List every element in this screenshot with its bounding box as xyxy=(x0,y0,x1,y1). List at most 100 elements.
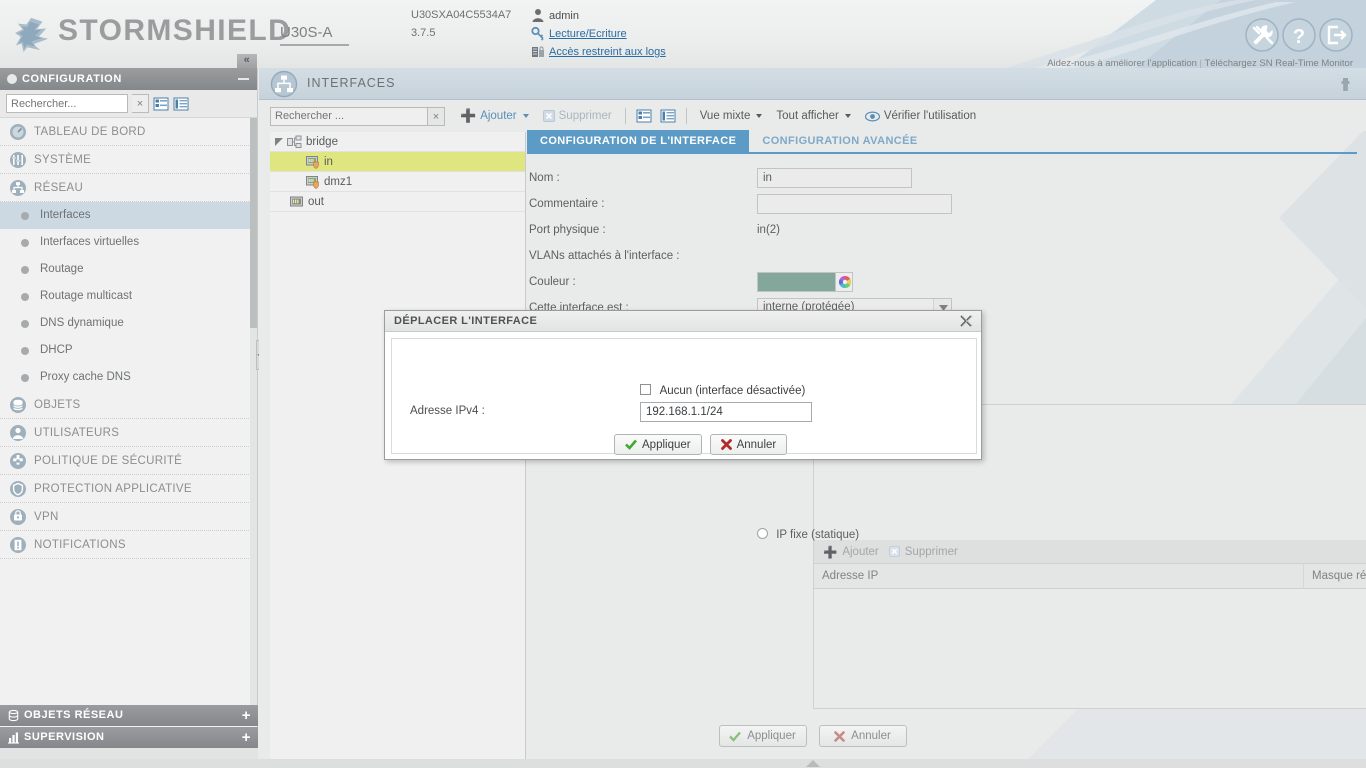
name-input[interactable] xyxy=(757,168,912,188)
color-swatch[interactable] xyxy=(757,272,835,292)
sidebar-search-input[interactable] xyxy=(6,94,128,113)
chevron-down-icon xyxy=(522,114,529,118)
comment-input[interactable] xyxy=(757,194,952,214)
expand-plus-icon[interactable]: + xyxy=(242,730,251,745)
expander-icon[interactable] xyxy=(275,138,283,146)
collapse-minus-icon[interactable] xyxy=(238,78,249,80)
search-clear-icon[interactable]: × xyxy=(428,106,445,126)
tree-view-icon[interactable] xyxy=(660,108,676,124)
bullet-icon xyxy=(21,374,29,382)
vlan-label: VLANs attachés à l'interface : xyxy=(529,250,680,262)
collapse-all-icon[interactable] xyxy=(173,96,189,112)
sidebar-item-label: DNS dynamique xyxy=(40,317,124,329)
sidebar-item-dhcp[interactable]: DHCP xyxy=(0,337,257,364)
logs-link[interactable]: Accès restreint aux logs xyxy=(549,46,666,58)
bullet-icon xyxy=(21,320,29,328)
sidebar-item-label: Interfaces xyxy=(40,209,91,221)
apply-button[interactable]: Appliquer xyxy=(718,725,807,747)
column-header-mask[interactable]: Masque réseau xyxy=(1304,564,1366,589)
sidebar-item-notifications[interactable]: NOTIFICATIONS xyxy=(0,531,257,559)
ipv4-input[interactable] xyxy=(640,402,812,422)
chevron-down-icon xyxy=(756,114,763,118)
sidebar-item-label: Routage xyxy=(40,263,84,275)
system-icon xyxy=(10,152,26,168)
cancel-button[interactable]: Annuler xyxy=(818,725,907,747)
sidebar-title: CONFIGURATION xyxy=(22,73,122,85)
dialog-title: DÉPLACER L'INTERFACE xyxy=(394,315,538,327)
pin-icon[interactable] xyxy=(1339,77,1352,92)
logout-icon[interactable] xyxy=(1319,18,1353,52)
ip-fixed-radio-row[interactable]: IP fixe (statique) xyxy=(757,528,859,541)
tree-row[interactable]: in xyxy=(270,152,525,172)
apply-label: Appliquer xyxy=(747,730,796,742)
sidebar-collapse-button[interactable]: « xyxy=(237,54,257,68)
dialog-apply-button[interactable]: Appliquer xyxy=(614,434,702,455)
vpn-icon xyxy=(10,509,26,525)
objects-icon xyxy=(10,397,26,413)
color-label: Couleur : xyxy=(529,276,576,288)
sidebar-item-proxy-cache-dns[interactable]: Proxy cache DNS xyxy=(0,364,257,391)
sidebar-item-systeme[interactable]: SYSTÈME xyxy=(0,146,257,174)
sidebar-item-interfaces-virtuelles[interactable]: Interfaces virtuelles xyxy=(0,229,257,256)
plus-icon: ➕ xyxy=(460,108,477,123)
sidebar-item-dashboard[interactable]: TABLEAU DE BORD xyxy=(0,118,257,146)
tree-row[interactable]: dmz1 xyxy=(270,172,525,192)
bottom-scrollbar[interactable] xyxy=(0,759,1366,768)
delete-label: Supprimer xyxy=(558,110,612,122)
sidebar-item-protection-applicative[interactable]: PROTECTION APPLICATIVE xyxy=(0,475,257,503)
sidebar-item-reseau[interactable]: RÉSEAU xyxy=(0,174,257,202)
brand-name: STORMSHIELD xyxy=(58,14,292,47)
sidebar-item-vpn[interactable]: VPN xyxy=(0,503,257,531)
dialog-cancel-button[interactable]: Annuler xyxy=(709,434,788,455)
sidebar-bar-objets-reseau[interactable]: OBJETS RÉSEAU + xyxy=(0,705,258,726)
search-input[interactable] xyxy=(270,106,428,126)
list-view-icon[interactable] xyxy=(636,108,652,124)
none-checkbox-label: Aucun (interface désactivée) xyxy=(659,385,806,397)
close-icon[interactable] xyxy=(959,314,973,328)
expand-all-icon[interactable] xyxy=(153,96,169,112)
checkbox-icon[interactable] xyxy=(640,384,651,395)
color-picker-button[interactable] xyxy=(835,272,853,292)
sidebar-item-routage[interactable]: Routage xyxy=(0,256,257,283)
help-icon[interactable]: ? xyxy=(1282,18,1316,52)
dialog-buttons: Appliquer Annuler xyxy=(614,434,788,455)
config-bullet-icon xyxy=(7,74,17,84)
sidebar-bar-supervision[interactable]: SUPERVISION + xyxy=(0,727,258,748)
column-header-ip[interactable]: Adresse IP xyxy=(814,563,1304,589)
sidebar-search-clear[interactable]: × xyxy=(132,94,149,113)
radio-icon[interactable] xyxy=(757,528,768,539)
show-all-dropdown[interactable]: Tout afficher xyxy=(769,105,857,127)
add-button[interactable]: ➕ Ajouter xyxy=(453,105,536,127)
sidebar-item-interfaces[interactable]: Interfaces xyxy=(0,202,257,229)
scrollbar-nub[interactable] xyxy=(806,760,820,767)
none-checkbox-row[interactable]: Aucun (interface désactivée) xyxy=(640,384,805,397)
sidebar-scrollbar-thumb[interactable] xyxy=(250,118,257,328)
show-all-label: Tout afficher xyxy=(776,110,839,122)
bridge-icon xyxy=(287,135,302,148)
tab-configuration-interface[interactable]: CONFIGURATION DE L'INTERFACE xyxy=(527,130,750,152)
logs-row[interactable]: Accès restreint aux logs xyxy=(531,44,791,60)
view-mode-dropdown[interactable]: Vue mixte xyxy=(693,105,770,127)
sidebar-scrollbar[interactable] xyxy=(250,118,257,716)
tagline-left[interactable]: Aidez-nous à améliorer l'application xyxy=(1047,58,1197,68)
tools-icon[interactable] xyxy=(1245,18,1279,52)
rights-link[interactable]: Lecture/Ecriture xyxy=(549,28,627,40)
expand-plus-icon[interactable]: + xyxy=(242,708,251,723)
sidebar-item-utilisateurs[interactable]: UTILISATEURS xyxy=(0,419,257,447)
tagline-right[interactable]: Téléchargez SN Real-Time Monitor xyxy=(1204,58,1353,68)
tab-configuration-avancee[interactable]: CONFIGURATION AVANCÉE xyxy=(749,130,930,152)
sidebar-item-label: PROTECTION APPLICATIVE xyxy=(34,483,192,495)
rights-row[interactable]: Lecture/Ecriture xyxy=(531,26,791,42)
sidebar-menu: TABLEAU DE BORD SYSTÈME RÉSEAU Interface… xyxy=(0,118,257,716)
sidebar-item-routage-multicast[interactable]: Routage multicast xyxy=(0,283,257,310)
tree-row[interactable]: bridge xyxy=(270,132,525,152)
sidebar-item-dns-dynamique[interactable]: DNS dynamique xyxy=(0,310,257,337)
tree-row[interactable]: out xyxy=(270,192,525,212)
check-usage-button[interactable]: Vérifier l'utilisation xyxy=(858,105,983,127)
ipv4-label: Adresse IPv4 : xyxy=(410,405,485,417)
delete-button: Supprimer xyxy=(536,105,619,127)
sidebar-item-politique-de-securite[interactable]: POLITIQUE DE SÉCURITÉ xyxy=(0,447,257,475)
sidebar-item-objets[interactable]: OBJETS xyxy=(0,391,257,419)
address-delete-label: Supprimer xyxy=(904,545,958,558)
dialog-cancel-label: Annuler xyxy=(736,438,777,451)
